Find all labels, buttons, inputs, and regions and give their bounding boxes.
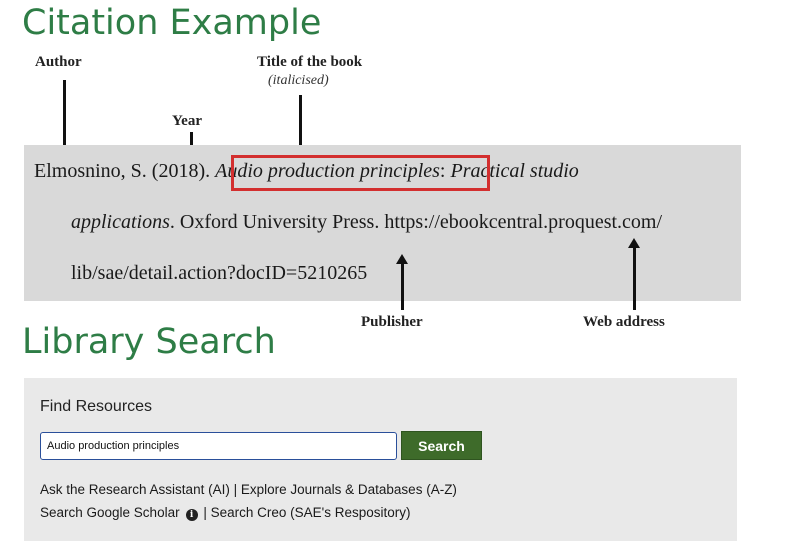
citation-publisher-url: . Oxford University Press. https://ebook… — [169, 211, 663, 233]
citation-line-3: lib/sae/detail.action?docID=5210265 — [71, 262, 367, 285]
web-address-label: Web address — [583, 314, 665, 330]
search-input[interactable] — [40, 432, 397, 460]
link-separator: | — [199, 505, 211, 520]
info-icon[interactable]: i — [185, 509, 198, 521]
title-note-label: (italicised) — [268, 73, 329, 88]
creo-search-link[interactable]: Search Creo (SAE's Respository) — [211, 505, 411, 520]
citation-line-2: applications. Oxford University Press. h… — [71, 211, 662, 234]
web-address-arrow — [628, 238, 640, 310]
title-label: Title of the book — [257, 54, 363, 70]
year-label: Year — [172, 113, 202, 129]
citation-url-end: lib/sae/detail.action?docID=5210265 — [71, 262, 368, 284]
library-search-heading: Library Search — [22, 322, 276, 362]
author-label: Author — [35, 54, 82, 70]
link-separator: | — [229, 482, 241, 497]
citation-example-heading: Citation Example — [22, 3, 322, 43]
citation-subtitle-end: applications — [71, 211, 170, 233]
citation-author-year: Elmosnino, S. (2018). — [34, 160, 216, 182]
links-row-1: Ask the Research Assistant (AI) | Explor… — [40, 482, 457, 497]
publisher-label: Publisher — [361, 314, 423, 330]
title-highlight-box — [231, 155, 490, 191]
find-resources-title: Find Resources — [40, 398, 153, 415]
author-arrow — [58, 80, 70, 159]
journals-databases-link[interactable]: Explore Journals & Databases (A-Z) — [241, 482, 457, 497]
links-row-2: Search Google Scholar i | Search Creo (SA… — [40, 505, 411, 521]
google-scholar-link[interactable]: Search Google Scholar — [40, 505, 180, 520]
research-assistant-link[interactable]: Ask the Research Assistant (AI) — [40, 482, 230, 497]
search-button[interactable]: Search — [401, 431, 482, 460]
publisher-arrow — [396, 254, 408, 310]
